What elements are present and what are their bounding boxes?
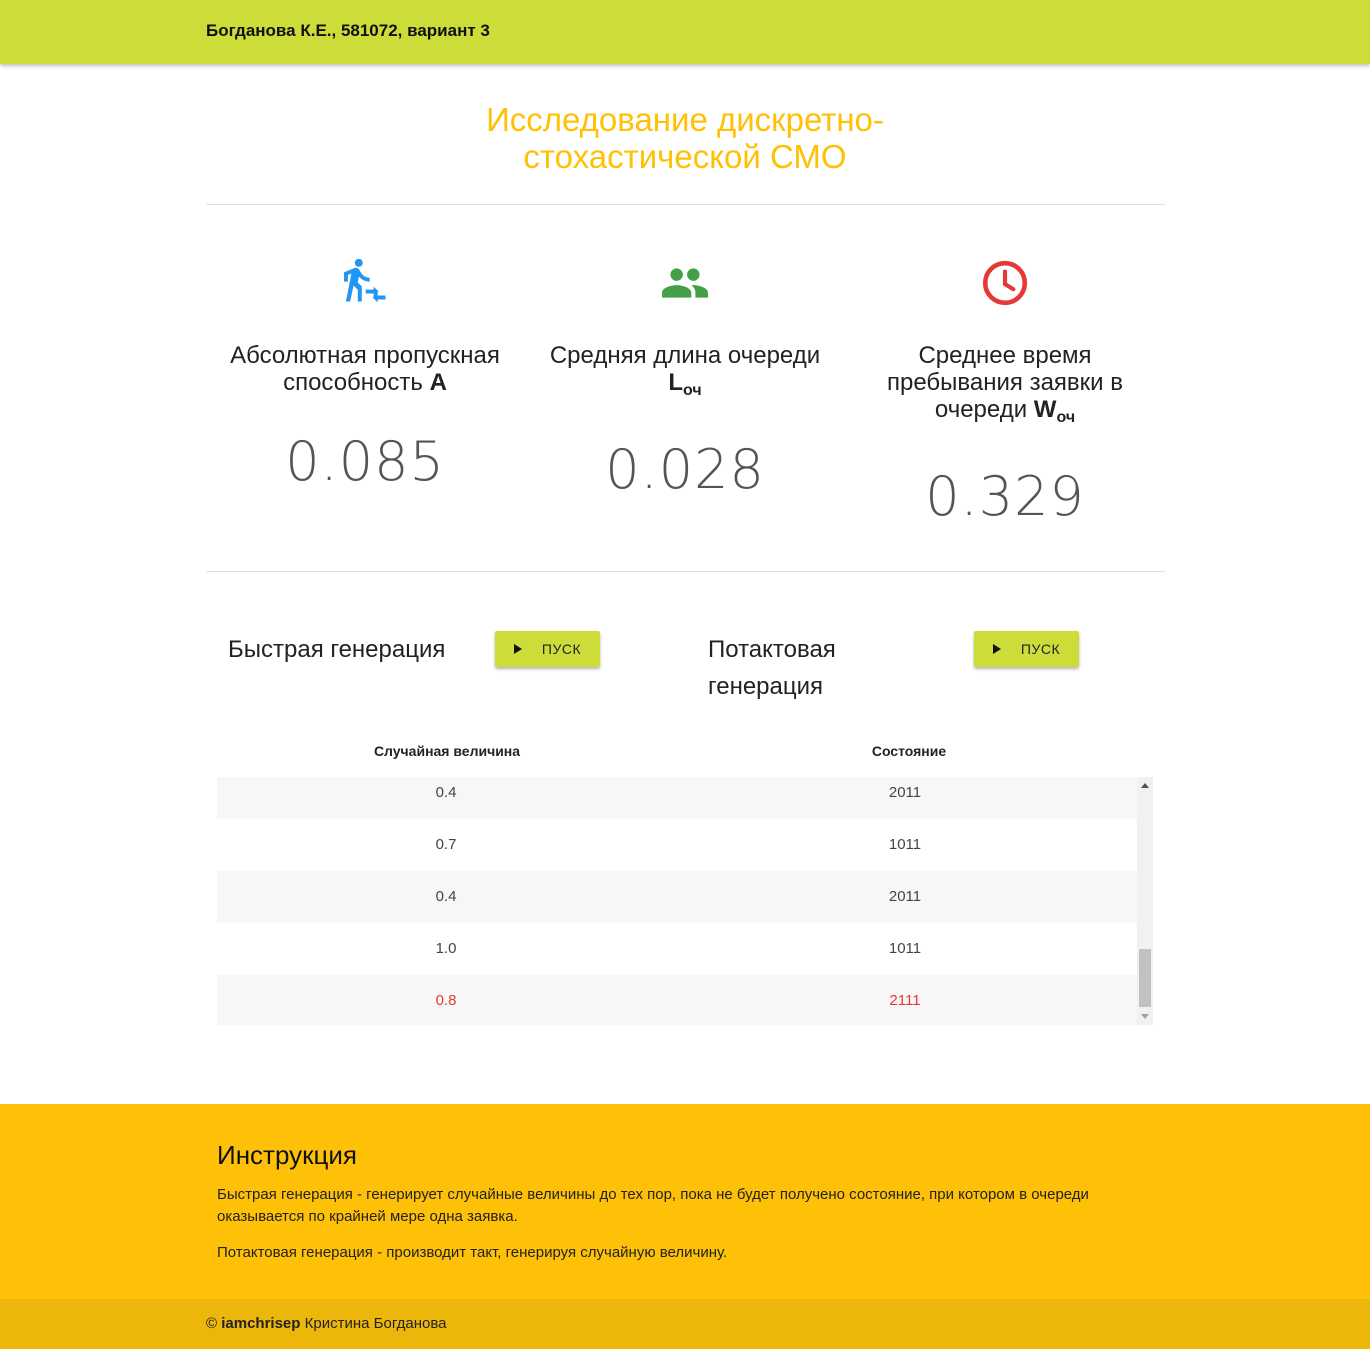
metric-queue-length: Средняя длина очереди Lоч 0.028 [535, 258, 835, 501]
step-generation-title: Потактовая генерация [708, 636, 836, 700]
copyright-bar: © iamchrisep Кристина Богданова [0, 1299, 1370, 1349]
cell-state: 1011 [888, 940, 922, 957]
cell-random-value: 0.4 [435, 784, 457, 801]
metric-symbol: W [1033, 396, 1057, 423]
metric-value: 0.085 [285, 430, 445, 493]
page-title: Исследование дискретно-стохастической СМ… [486, 101, 884, 175]
scrollbar-thumb[interactable] [1139, 949, 1151, 1007]
fast-generation-title: Быстрая генерация [228, 636, 446, 663]
author-name: Кристина Богданова [304, 1315, 447, 1332]
cell-random-value: 0.4 [435, 888, 457, 905]
step-generation-start-button[interactable]: Пуск [974, 631, 1079, 667]
people-icon [662, 268, 708, 298]
instructions-paragraph: Быстрая генерация - генерирует случайные… [217, 1186, 1089, 1225]
cell-state: 1011 [888, 836, 922, 853]
instructions-paragraph: Потактовая генерация - производит такт, … [217, 1244, 728, 1261]
table-scrollbar[interactable] [1137, 777, 1153, 1025]
metric-value: 0.329 [925, 465, 1085, 528]
divider [206, 571, 1165, 572]
metric-subscript: оч [683, 382, 702, 399]
copyright-symbol: © [206, 1315, 218, 1332]
button-label: Пуск [1020, 641, 1061, 657]
table-row: 0.7 1011 [217, 819, 1137, 871]
instructions-title: Инструкция [217, 1140, 357, 1170]
cell-state: 2011 [888, 888, 922, 905]
metric-symbol: L [668, 369, 683, 396]
top-navbar: Богданова К.Е., 581072, вариант 3 [0, 0, 1370, 64]
cell-random-value: 0.8 [435, 992, 457, 1009]
metric-label: Среднее время пребывания заявки в очеред… [887, 342, 1123, 426]
cell-state: 2011 [888, 784, 922, 801]
metric-wait-time: Среднее время пребывания заявки в очеред… [855, 258, 1155, 528]
metric-label: Абсолютная пропускная способность A [230, 342, 500, 396]
scroll-down-arrow-icon[interactable] [1141, 1014, 1149, 1019]
table-row: 0.4 2011 [217, 777, 1137, 819]
cell-random-value: 0.7 [435, 836, 457, 853]
metric-label: Средняя длина очереди Lоч [549, 342, 821, 399]
table-row: 1.0 1011 [217, 923, 1137, 975]
author-handle-link[interactable]: iamchrisep [221, 1315, 300, 1332]
play-icon [513, 644, 522, 654]
cell-random-value: 1.0 [435, 940, 457, 957]
divider [206, 204, 1165, 205]
person-transfer-icon [343, 258, 386, 303]
metric-symbol: A [429, 369, 447, 396]
column-header-state: Состояние [871, 743, 947, 759]
clock-icon [982, 260, 1028, 306]
results-table[interactable]: 0.4 2011 0.7 1011 0.4 2011 1.0 1011 0.8 … [217, 777, 1153, 1025]
fast-generation-start-button[interactable]: Пуск [495, 631, 600, 667]
table-row: 0.4 2011 [217, 871, 1137, 923]
copyright-text: © iamchrisep Кристина Богданова [206, 1315, 446, 1332]
column-header-random-value: Случайная величина [373, 743, 521, 759]
cell-state: 2111 [889, 992, 921, 1009]
table-row-highlighted: 0.8 2111 [217, 975, 1137, 1025]
metric-throughput: Абсолютная пропускная способность A 0.08… [215, 258, 515, 493]
brand-title[interactable]: Богданова К.Е., 581072, вариант 3 [206, 21, 490, 41]
instructions-section: Инструкция Быстрая генерация - генерируе… [0, 1104, 1370, 1299]
button-label: Пуск [541, 641, 582, 657]
play-icon [992, 644, 1001, 654]
scroll-up-arrow-icon[interactable] [1141, 783, 1149, 788]
metric-value: 0.028 [605, 438, 765, 501]
metric-subscript: оч [1056, 409, 1076, 426]
